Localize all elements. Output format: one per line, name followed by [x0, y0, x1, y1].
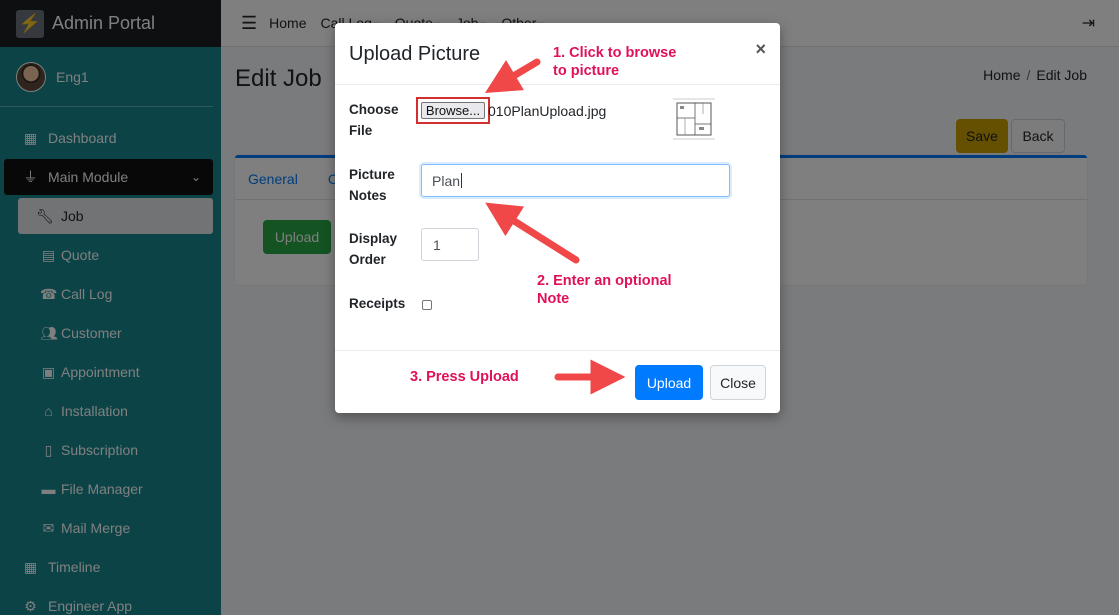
annotation-arrows: [484, 58, 626, 395]
arrow-to-notes-icon: [485, 202, 580, 264]
arrow-to-browse-icon: [484, 58, 541, 93]
